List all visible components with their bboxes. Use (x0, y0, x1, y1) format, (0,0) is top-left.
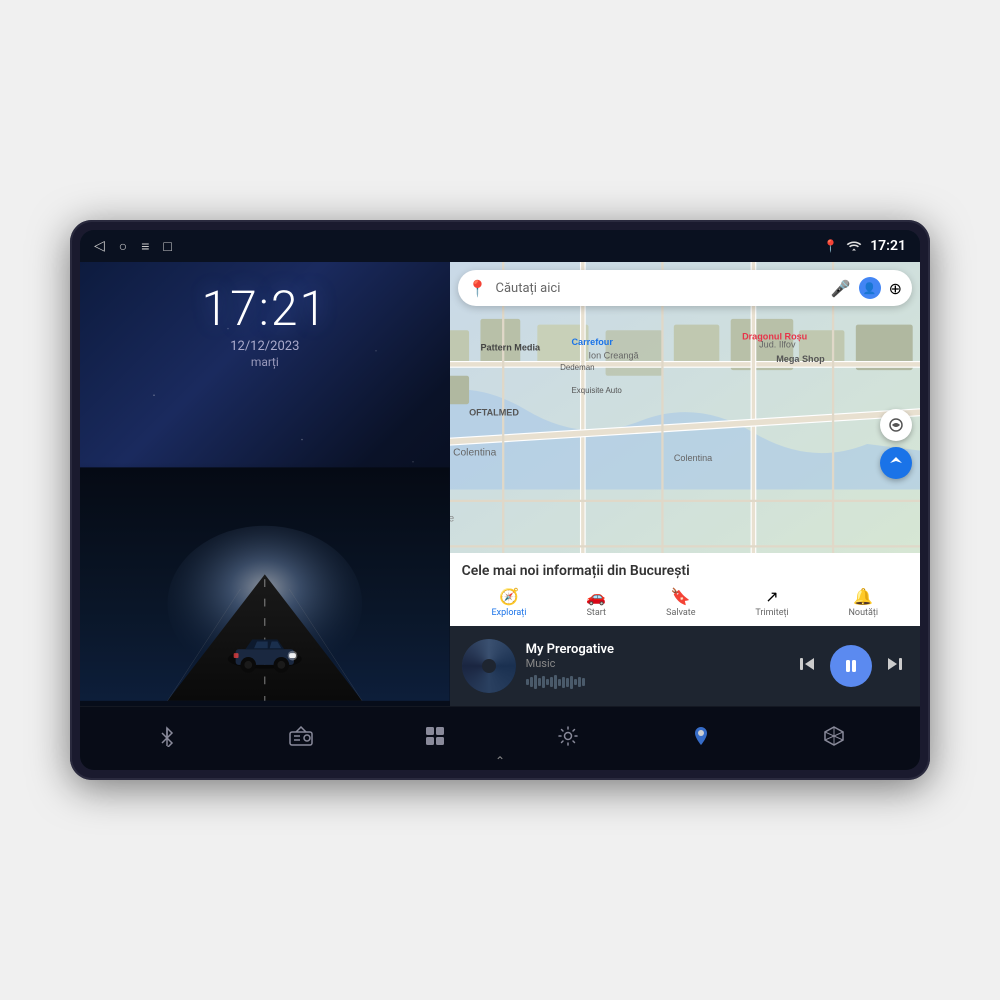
voice-search-icon[interactable]: 🎤 (831, 279, 851, 298)
search-placeholder: Căutați aici (496, 281, 823, 296)
start-icon: 🚗 (586, 587, 606, 606)
prev-track-button[interactable] (794, 651, 820, 682)
radio-icon (289, 726, 313, 752)
music-title: My Prerogative (526, 642, 784, 657)
svg-text:OFTALMED: OFTALMED (469, 408, 519, 418)
start-label: Start (587, 608, 606, 618)
map-info-card: Cele mai noi informații din București 🧭 … (450, 553, 920, 626)
svg-text:Pattern Media: Pattern Media (480, 343, 541, 353)
svg-text:Carrefour: Carrefour (571, 337, 613, 347)
google-maps-icon: 📍 (468, 279, 488, 298)
layers-button[interactable] (880, 409, 912, 441)
svg-text:Colentina: Colentina (673, 453, 712, 463)
salvate-icon: 🔖 (671, 587, 691, 606)
lock-screen-weekday: marți (251, 355, 279, 369)
map-container[interactable]: Str. Colentina Ion Creangă Jud. Ilfov Co… (450, 262, 920, 626)
cube-3d-icon (823, 725, 845, 753)
screenshot-button[interactable]: □ (163, 238, 171, 255)
svg-text:Exquisite Auto: Exquisite Auto (571, 386, 622, 395)
music-controls (794, 645, 908, 687)
screen: ◁ ○ ≡ □ 📍 17:21 (80, 230, 920, 770)
music-info: My Prerogative Music (526, 642, 784, 690)
account-icon[interactable]: 👤 (859, 277, 881, 299)
svg-text:Google: Google (450, 513, 455, 524)
album-art-center (482, 659, 496, 673)
location-icon: 📍 (823, 239, 838, 253)
music-waveform (526, 674, 784, 690)
car-scene (80, 462, 450, 706)
lock-screen-panel: 17:21 12/12/2023 marți (80, 262, 450, 706)
map-controls (880, 409, 912, 479)
trimiteți-label: Trimiteți (755, 608, 788, 618)
maps-pin-icon (690, 725, 712, 753)
salvate-label: Salvate (666, 608, 695, 618)
map-info-title: Cele mai noi informații din București (462, 563, 908, 579)
noutăți-label: Noutăți (849, 608, 879, 618)
nav-maps[interactable] (690, 725, 712, 753)
album-art (462, 639, 516, 693)
status-time: 17:21 (870, 238, 906, 254)
nav-radio[interactable] (289, 726, 313, 752)
noutăți-icon: 🔔 (853, 587, 873, 606)
nav-settings[interactable] (557, 725, 579, 753)
layers-icon[interactable]: ⊕ (889, 279, 902, 298)
music-player: My Prerogative Music (450, 626, 920, 706)
menu-button[interactable]: ≡ (141, 238, 149, 255)
map-tab-explorați[interactable]: 🧭 Explorați (492, 587, 527, 618)
status-indicators: 📍 17:21 (823, 238, 906, 254)
nav-apps[interactable] (424, 725, 446, 753)
nav-3d[interactable] (823, 725, 845, 753)
apps-grid-icon (424, 725, 446, 753)
wifi-icon (846, 239, 862, 254)
svg-text:Dedeman: Dedeman (560, 363, 594, 372)
swipe-indicator: ⌃ (495, 754, 505, 768)
map-tab-salvate[interactable]: 🔖 Salvate (666, 587, 695, 618)
svg-text:Str. Colentina: Str. Colentina (450, 447, 497, 458)
main-content: 17:21 12/12/2023 marți (80, 262, 920, 706)
home-button[interactable]: ○ (119, 238, 127, 255)
svg-text:Ion Creangă: Ion Creangă (588, 351, 639, 361)
map-tab-trimiteți[interactable]: ↗ Trimiteți (755, 587, 788, 618)
explorați-icon: 🧭 (499, 587, 519, 606)
search-action-icons: 🎤 👤 ⊕ (831, 277, 902, 299)
map-search-bar[interactable]: 📍 Căutați aici 🎤 👤 ⊕ (458, 270, 912, 306)
map-tab-start[interactable]: 🚗 Start (586, 587, 606, 618)
car-display-unit: ◁ ○ ≡ □ 📍 17:21 (70, 220, 930, 780)
next-track-button[interactable] (882, 651, 908, 682)
map-tab-noutăți[interactable]: 🔔 Noutăți (849, 587, 879, 618)
nav-bluetooth[interactable] (156, 725, 178, 753)
map-nav-tabs: 🧭 Explorați 🚗 Start 🔖 Salvate (462, 587, 908, 618)
road-svg (80, 462, 450, 706)
lock-screen-date: 12/12/2023 (230, 339, 299, 354)
svg-text:Mega Shop: Mega Shop (776, 354, 825, 364)
svg-text:Dragonul Roșu: Dragonul Roșu (742, 331, 807, 341)
nav-buttons: ◁ ○ ≡ □ (94, 238, 172, 255)
right-panel: Str. Colentina Ion Creangă Jud. Ilfov Co… (450, 262, 920, 706)
back-button[interactable]: ◁ (94, 238, 105, 254)
explorați-label: Explorați (492, 608, 527, 618)
status-bar: ◁ ○ ≡ □ 📍 17:21 (80, 230, 920, 262)
trimiteți-icon: ↗ (765, 587, 778, 606)
navigation-button[interactable] (880, 447, 912, 479)
play-pause-button[interactable] (830, 645, 872, 687)
settings-gear-icon (557, 725, 579, 753)
music-subtitle: Music (526, 657, 784, 670)
bluetooth-icon (156, 725, 178, 753)
lock-screen-time: 17:21 (202, 280, 329, 337)
